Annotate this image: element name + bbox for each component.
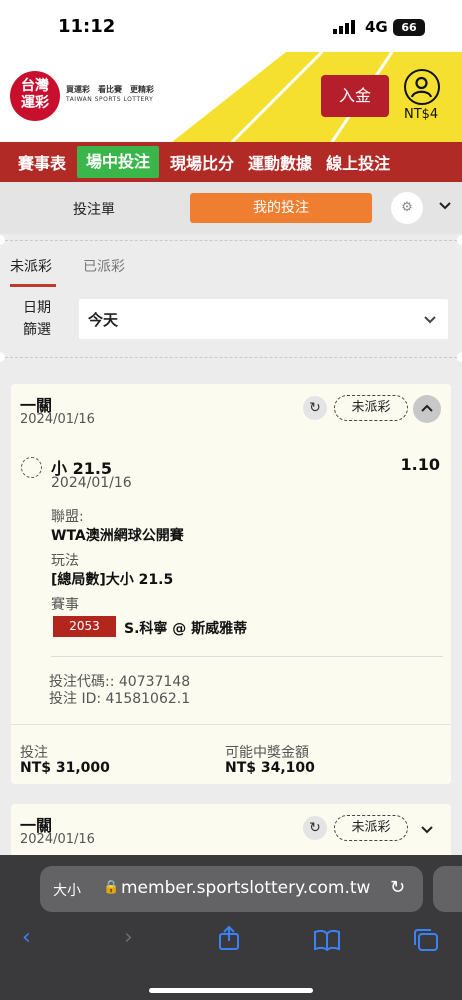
selection-odds: 1.10 [400,455,440,474]
user-account-icon[interactable] [404,69,440,105]
status-badge: 未派彩 [334,395,408,421]
tab-bet-slip[interactable]: 投注單 [73,199,115,219]
stake-value: NT$ 31,000 [20,760,110,776]
logo-tagline: 買運彩 看比賽 更精彩 [66,85,154,94]
main-nav: 賽事表 場中投注 現場比分 運動數據 線上投注 [0,142,462,182]
date-filter-label-line1: 日期 [23,300,51,316]
status-badge: 未派彩 [334,815,408,841]
address-bar[interactable]: 大小 🔒 member.sportslottery.com.tw ↻ [40,866,423,912]
refresh-icon[interactable]: ↻ [303,816,327,840]
divider [0,357,462,358]
selection-date: 2024/01/16 [51,475,132,491]
site-header: 台灣 運彩 買運彩 看比賽 更精彩 TAIWAN SPORTS LOTTERY … [0,52,462,142]
divider [0,240,462,241]
next-tab-preview[interactable] [433,866,462,912]
forward-icon: › [124,925,133,950]
battery-icon: 66 [393,19,425,36]
chevron-down-icon[interactable] [418,820,436,838]
back-icon[interactable]: ‹ [22,925,31,950]
logo-text-line1: 台灣 [21,78,49,94]
nav-item-sports-data[interactable]: 運動數據 [241,150,319,174]
account-balance: NT$4 [404,107,439,122]
reload-icon[interactable]: ↻ [390,877,405,898]
league-value: WTA澳洲網球公開賽 [51,528,184,544]
signal-icon [333,20,355,34]
settings-gear-icon[interactable]: ⚙ [391,192,423,224]
nav-item-live-scores[interactable]: 現場比分 [163,150,241,174]
status-bar: 11:12 4G 66 [0,0,462,52]
site-logo[interactable]: 台灣 運彩 [10,71,60,121]
event-label: 賽事 [51,597,79,613]
bet-tabs-bar: 投注單 我的投注 ⚙ [0,182,462,234]
text-size-button[interactable]: 大小 [53,880,81,900]
collapse-button[interactable] [413,395,441,423]
tabs-icon[interactable] [413,928,439,952]
bookmarks-icon[interactable] [313,929,341,951]
divider [51,656,443,657]
event-code-badge: 2053 [53,616,116,637]
event-name: S.科寧 @ 斯威雅蒂 [124,621,248,637]
status-time: 11:12 [58,16,116,37]
market-value: [總局數]大小 21.5 [51,572,174,588]
chevron-down-icon[interactable] [437,197,453,213]
chevron-down-icon [424,316,436,324]
tab-my-bets[interactable]: 我的投注 [190,193,372,223]
stake-label: 投注 [20,745,48,761]
divider-notch [0,352,5,362]
bet-date: 2024/01/16 [20,832,95,847]
logo-subtitle: TAIWAN SPORTS LOTTERY [66,96,154,103]
league-label: 聯盟: [51,509,84,525]
nav-item-schedule[interactable]: 賽事表 [11,150,73,174]
nav-item-online-betting[interactable]: 線上投注 [319,150,397,174]
bet-id: 投注 ID: 41581062.1 [49,691,191,707]
chevron-up-icon [421,404,433,412]
tab-settled[interactable]: 已派彩 [83,256,125,276]
date-filter-label: 日期 篩選 [23,297,51,341]
browser-toolbar: 大小 🔒 member.sportslottery.com.tw ↻ ‹ › [0,855,462,1000]
bet-card: 一關 2024/01/16 ↻ 未派彩 小 21.5 1.10 2024/01/… [11,384,451,784]
logo-text-line2: 運彩 [21,95,49,111]
divider-notch [457,235,462,245]
nav-item-live-betting[interactable]: 場中投注 [77,146,160,178]
url-text[interactable]: member.sportslottery.com.tw [121,878,370,898]
refresh-icon[interactable]: ↻ [303,396,327,420]
active-tab-indicator [10,284,56,287]
divider-notch [457,352,462,362]
bet-card-footer: 投注 NT$ 31,000 可能中獎金額 NT$ 34,100 [11,724,451,784]
divider-notch [0,235,5,245]
date-filter-label-line2: 篩選 [23,322,51,338]
selection-status-icon [21,457,42,478]
network-type: 4G [365,18,388,36]
share-icon[interactable] [217,925,241,951]
date-filter-value: 今天 [88,311,119,329]
market-label: 玩法 [51,553,79,569]
payout-value: NT$ 34,100 [225,760,315,776]
date-filter-select[interactable]: 今天 [79,299,448,339]
payout-label: 可能中獎金額 [225,745,309,761]
tab-unsettled[interactable]: 未派彩 [10,256,52,276]
bet-date: 2024/01/16 [20,412,95,427]
home-indicator [149,988,313,993]
lock-icon: 🔒 [103,880,120,895]
deposit-button[interactable]: 入金 [321,75,389,117]
